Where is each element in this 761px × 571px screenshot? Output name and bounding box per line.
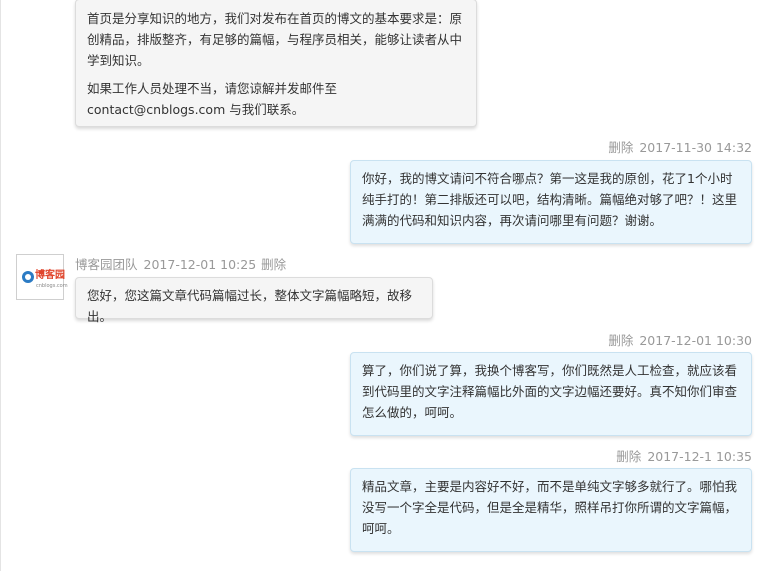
delete-link[interactable]: 删除	[608, 333, 633, 348]
avatar[interactable]: 博客园 cnblogs.com	[16, 254, 68, 300]
delete-link[interactable]: 删除	[616, 449, 641, 464]
message-time: 2017-12-01 10:30	[639, 333, 752, 348]
delete-link[interactable]: 删除	[608, 140, 633, 155]
cnblogs-logo-icon	[22, 271, 34, 283]
message-bubble-outgoing: 精品文章，主要是内容好不好，而不是单纯文字够多就行了。哪怕我没写一个字全是代码，…	[350, 468, 752, 552]
message-text: 您好，您这篇文章代码篇幅过长，整体文字篇幅略短，故移出。	[87, 288, 413, 324]
message-meta: 删除 2017-12-1 10:35	[616, 446, 752, 465]
message-bubble-outgoing: 算了，你们说了算，我换个博客写，你们既然是人工检查，就应该看到代码里的文字注释篇…	[350, 352, 752, 436]
message-text: 首页是分享知识的地方，我们对发布在首页的博文的基本要求是：原创精品，排版整齐，有…	[87, 11, 463, 68]
message-text: 精品文章，主要是内容好不好，而不是单纯文字够多就行了。哪怕我没写一个字全是代码，…	[362, 479, 738, 536]
message-bubble-incoming: 您好，您这篇文章代码篇幅过长，整体文字篇幅略短，故移出。	[75, 277, 433, 324]
message-author: 博客园团队	[75, 257, 138, 272]
message-bubble-outgoing: 你好，我的博文请问不符合哪点？第一这是我的原创，花了1个小时纯手打的！第二排版还…	[350, 160, 752, 244]
left-border	[0, 0, 1, 571]
delete-link[interactable]: 删除	[261, 257, 286, 272]
avatar-logo-text: 博客园	[35, 270, 65, 281]
message-meta: 删除 2017-11-30 14:32	[608, 137, 752, 156]
message-meta: 删除 2017-12-01 10:30	[608, 330, 752, 349]
message-bubble-incoming: 首页是分享知识的地方，我们对发布在首页的博文的基本要求是：原创精品，排版整齐，有…	[75, 0, 477, 127]
message-text: 如果工作人员处理不当，请您谅解并发邮件至 contact@cnblogs.com…	[87, 81, 338, 117]
message-text: 算了，你们说了算，我换个博客写，你们既然是人工检查，就应该看到代码里的文字注释篇…	[362, 363, 738, 420]
avatar-logo-subtext: cnblogs.com	[36, 283, 68, 289]
message-time: 2017-12-01 10:25	[143, 257, 257, 272]
message-meta: 博客园团队 2017-12-01 10:25 删除	[75, 254, 286, 273]
message-time: 2017-12-1 10:35	[647, 449, 752, 464]
message-time: 2017-11-30 14:32	[639, 140, 752, 155]
message-text: 你好，我的博文请问不符合哪点？第一这是我的原创，花了1个小时纯手打的！第二排版还…	[362, 171, 738, 228]
